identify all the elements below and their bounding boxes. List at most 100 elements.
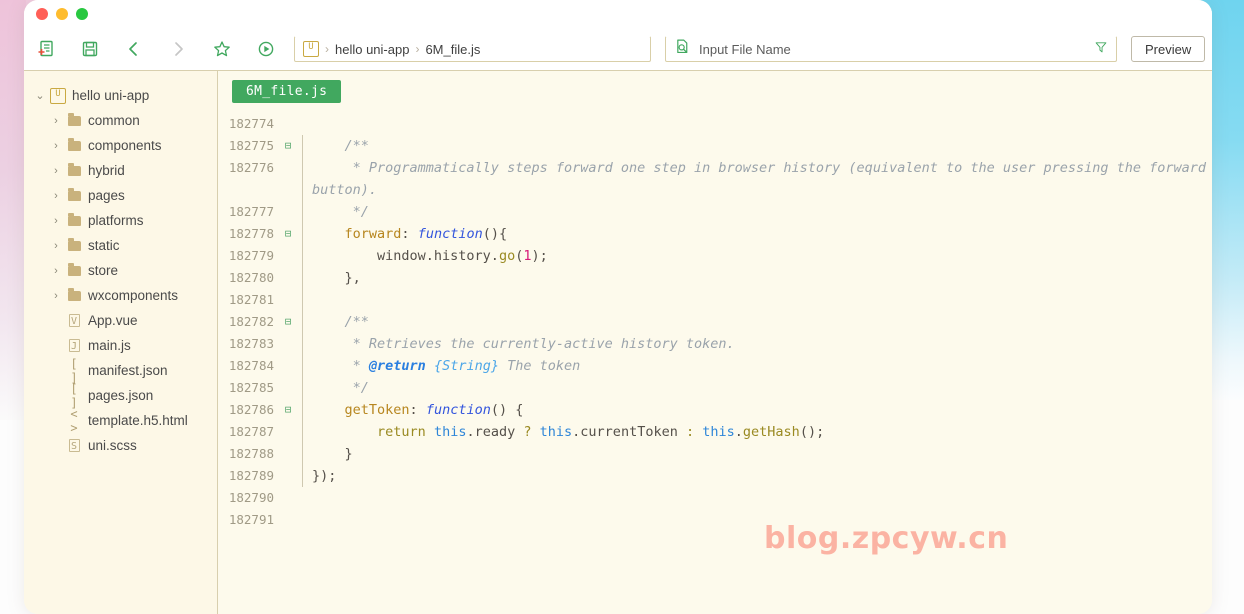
code-line[interactable]: 182790 bbox=[218, 487, 1212, 509]
minimize-button[interactable] bbox=[56, 8, 68, 20]
forward-icon[interactable] bbox=[156, 28, 200, 71]
html-file-icon: < > bbox=[70, 406, 78, 435]
line-number: 182790 bbox=[228, 490, 274, 505]
fold-guide bbox=[296, 157, 310, 201]
chevron-down-icon[interactable]: ⌄ bbox=[32, 89, 48, 102]
chevron-right-icon[interactable]: › bbox=[48, 165, 64, 177]
chevron-right-icon[interactable]: › bbox=[48, 115, 64, 127]
maximize-button[interactable] bbox=[76, 8, 88, 20]
scss-file-icon: S bbox=[64, 439, 84, 452]
code-line[interactable]: 182778 ⊟ forward: function(){ bbox=[218, 223, 1212, 245]
breadcrumb-separator-2: › bbox=[415, 42, 420, 56]
fold-toggle-icon[interactable]: ⊟ bbox=[280, 223, 296, 245]
fold-toggle-icon[interactable]: ⊟ bbox=[280, 311, 296, 333]
app-window: U › hello uni-app › 6M_file.js Input Fil… bbox=[24, 0, 1212, 614]
run-icon[interactable] bbox=[244, 28, 288, 71]
sidebar-item-pages[interactable]: › pages bbox=[24, 183, 217, 208]
sidebar-item-wxcomponents[interactable]: › wxcomponents bbox=[24, 283, 217, 308]
folder-icon bbox=[64, 262, 84, 276]
sidebar-item-label: wxcomponents bbox=[88, 288, 179, 303]
folder-icon bbox=[64, 237, 84, 251]
sidebar-item-hybrid[interactable]: › hybrid bbox=[24, 158, 217, 183]
filename-input[interactable]: Input File Name bbox=[699, 42, 1094, 57]
code-line[interactable]: 182774 bbox=[218, 113, 1212, 135]
code-line[interactable]: 182791 bbox=[218, 509, 1212, 531]
sidebar-item-platforms[interactable]: › platforms bbox=[24, 208, 217, 233]
fold-toggle-icon[interactable]: ⊟ bbox=[280, 399, 296, 421]
line-number: 182781 bbox=[228, 292, 274, 307]
sidebar-item-pages-json[interactable]: [ ] pages.json bbox=[24, 382, 217, 410]
sidebar-item-label: hello uni-app bbox=[72, 88, 150, 103]
code-line[interactable]: 182786 ⊟ getToken: function() { bbox=[218, 399, 1212, 421]
sidebar-item-manifest-json[interactable]: [ ] manifest.json bbox=[24, 357, 217, 385]
chevron-right-icon[interactable]: › bbox=[48, 215, 64, 227]
chevron-right-icon[interactable]: › bbox=[48, 240, 64, 252]
fold-toggle-icon[interactable]: ⊟ bbox=[280, 135, 296, 157]
sidebar-item-label: pages bbox=[88, 188, 125, 203]
line-number: 182779 bbox=[228, 248, 274, 263]
sidebar-item-components[interactable]: › components bbox=[24, 133, 217, 158]
traffic-lights bbox=[36, 8, 88, 20]
code-line[interactable]: 182776 * Programmatically steps forward … bbox=[218, 157, 1212, 201]
sidebar-item-app-vue[interactable]: V App.vue bbox=[24, 308, 217, 333]
close-button[interactable] bbox=[36, 8, 48, 20]
code-line[interactable]: 182783 * Retrieves the currently-active … bbox=[218, 333, 1212, 355]
preview-button[interactable]: Preview bbox=[1131, 36, 1206, 62]
sidebar-item-store[interactable]: › store bbox=[24, 258, 217, 283]
uni-app-icon: U bbox=[48, 87, 68, 104]
line-number: 182777 bbox=[228, 204, 274, 219]
breadcrumb-item-project[interactable]: hello uni-app bbox=[335, 42, 409, 57]
code-text: forward: function(){ bbox=[344, 226, 508, 242]
folder-icon bbox=[64, 187, 84, 201]
breadcrumb-item-file[interactable]: 6M_file.js bbox=[425, 42, 480, 57]
sidebar-item-root[interactable]: ⌄ U hello uni-app bbox=[24, 83, 217, 108]
line-number: 182783 bbox=[228, 336, 274, 351]
filter-icon[interactable] bbox=[1094, 40, 1108, 59]
sidebar-item-template-h5-html[interactable]: < > template.h5.html bbox=[24, 406, 217, 435]
chevron-right-icon[interactable]: › bbox=[48, 190, 64, 202]
file-search-icon bbox=[674, 38, 691, 60]
vue-file-icon: V bbox=[64, 314, 84, 327]
breadcrumb[interactable]: U › hello uni-app › 6M_file.js bbox=[294, 36, 651, 62]
folder-icon bbox=[64, 212, 84, 226]
folder-icon bbox=[64, 112, 84, 126]
new-file-icon[interactable] bbox=[24, 28, 68, 71]
sidebar-item-common[interactable]: › common bbox=[24, 108, 217, 133]
code-text: }, bbox=[312, 270, 361, 286]
line-number: 182787 bbox=[228, 424, 274, 439]
sidebar-item-static[interactable]: › static bbox=[24, 233, 217, 258]
code-line[interactable]: 182785 */ bbox=[218, 377, 1212, 399]
chevron-right-icon[interactable]: › bbox=[48, 290, 64, 302]
code-line[interactable]: 182788 } bbox=[218, 443, 1212, 465]
code-line[interactable]: 182781 bbox=[218, 289, 1212, 311]
code-line[interactable]: 182782 ⊟ /** bbox=[218, 311, 1212, 333]
favorite-icon[interactable] bbox=[200, 28, 244, 71]
code-content[interactable]: 182774 182775 ⊟ /** 182776 * Programmatical… bbox=[218, 113, 1212, 531]
code-line[interactable]: 182777 */ bbox=[218, 201, 1212, 223]
save-icon[interactable] bbox=[68, 28, 112, 71]
line-number: 182788 bbox=[228, 446, 274, 461]
code-line[interactable]: 182775 ⊟ /** bbox=[218, 135, 1212, 157]
chevron-right-icon[interactable]: › bbox=[48, 265, 64, 277]
chevron-right-icon[interactable]: › bbox=[48, 140, 64, 152]
watermark: blog.zpcyw.cn bbox=[764, 521, 1009, 556]
filename-search-field[interactable]: Input File Name bbox=[665, 36, 1117, 62]
code-text: * @return {String} The token bbox=[312, 358, 581, 374]
code-line[interactable]: 182787 return this.ready ? this.currentT… bbox=[218, 421, 1212, 443]
code-line[interactable]: 182779 window.history.go(1); bbox=[218, 245, 1212, 267]
sidebar-item-main-js[interactable]: Jmain.js bbox=[24, 333, 217, 358]
back-icon[interactable] bbox=[112, 28, 156, 71]
code-line[interactable]: 182780 }, bbox=[218, 267, 1212, 289]
sidebar-item-label: manifest.json bbox=[88, 363, 168, 378]
code-line[interactable]: 182784 * @return {String} The token bbox=[218, 355, 1212, 377]
sidebar-item-uni-scss[interactable]: Suni.scss bbox=[24, 433, 217, 458]
fold-guide bbox=[296, 509, 310, 531]
tab-6m-file-js[interactable]: 6M_file.js bbox=[232, 80, 342, 103]
code-line[interactable]: 182789}); bbox=[218, 465, 1212, 487]
